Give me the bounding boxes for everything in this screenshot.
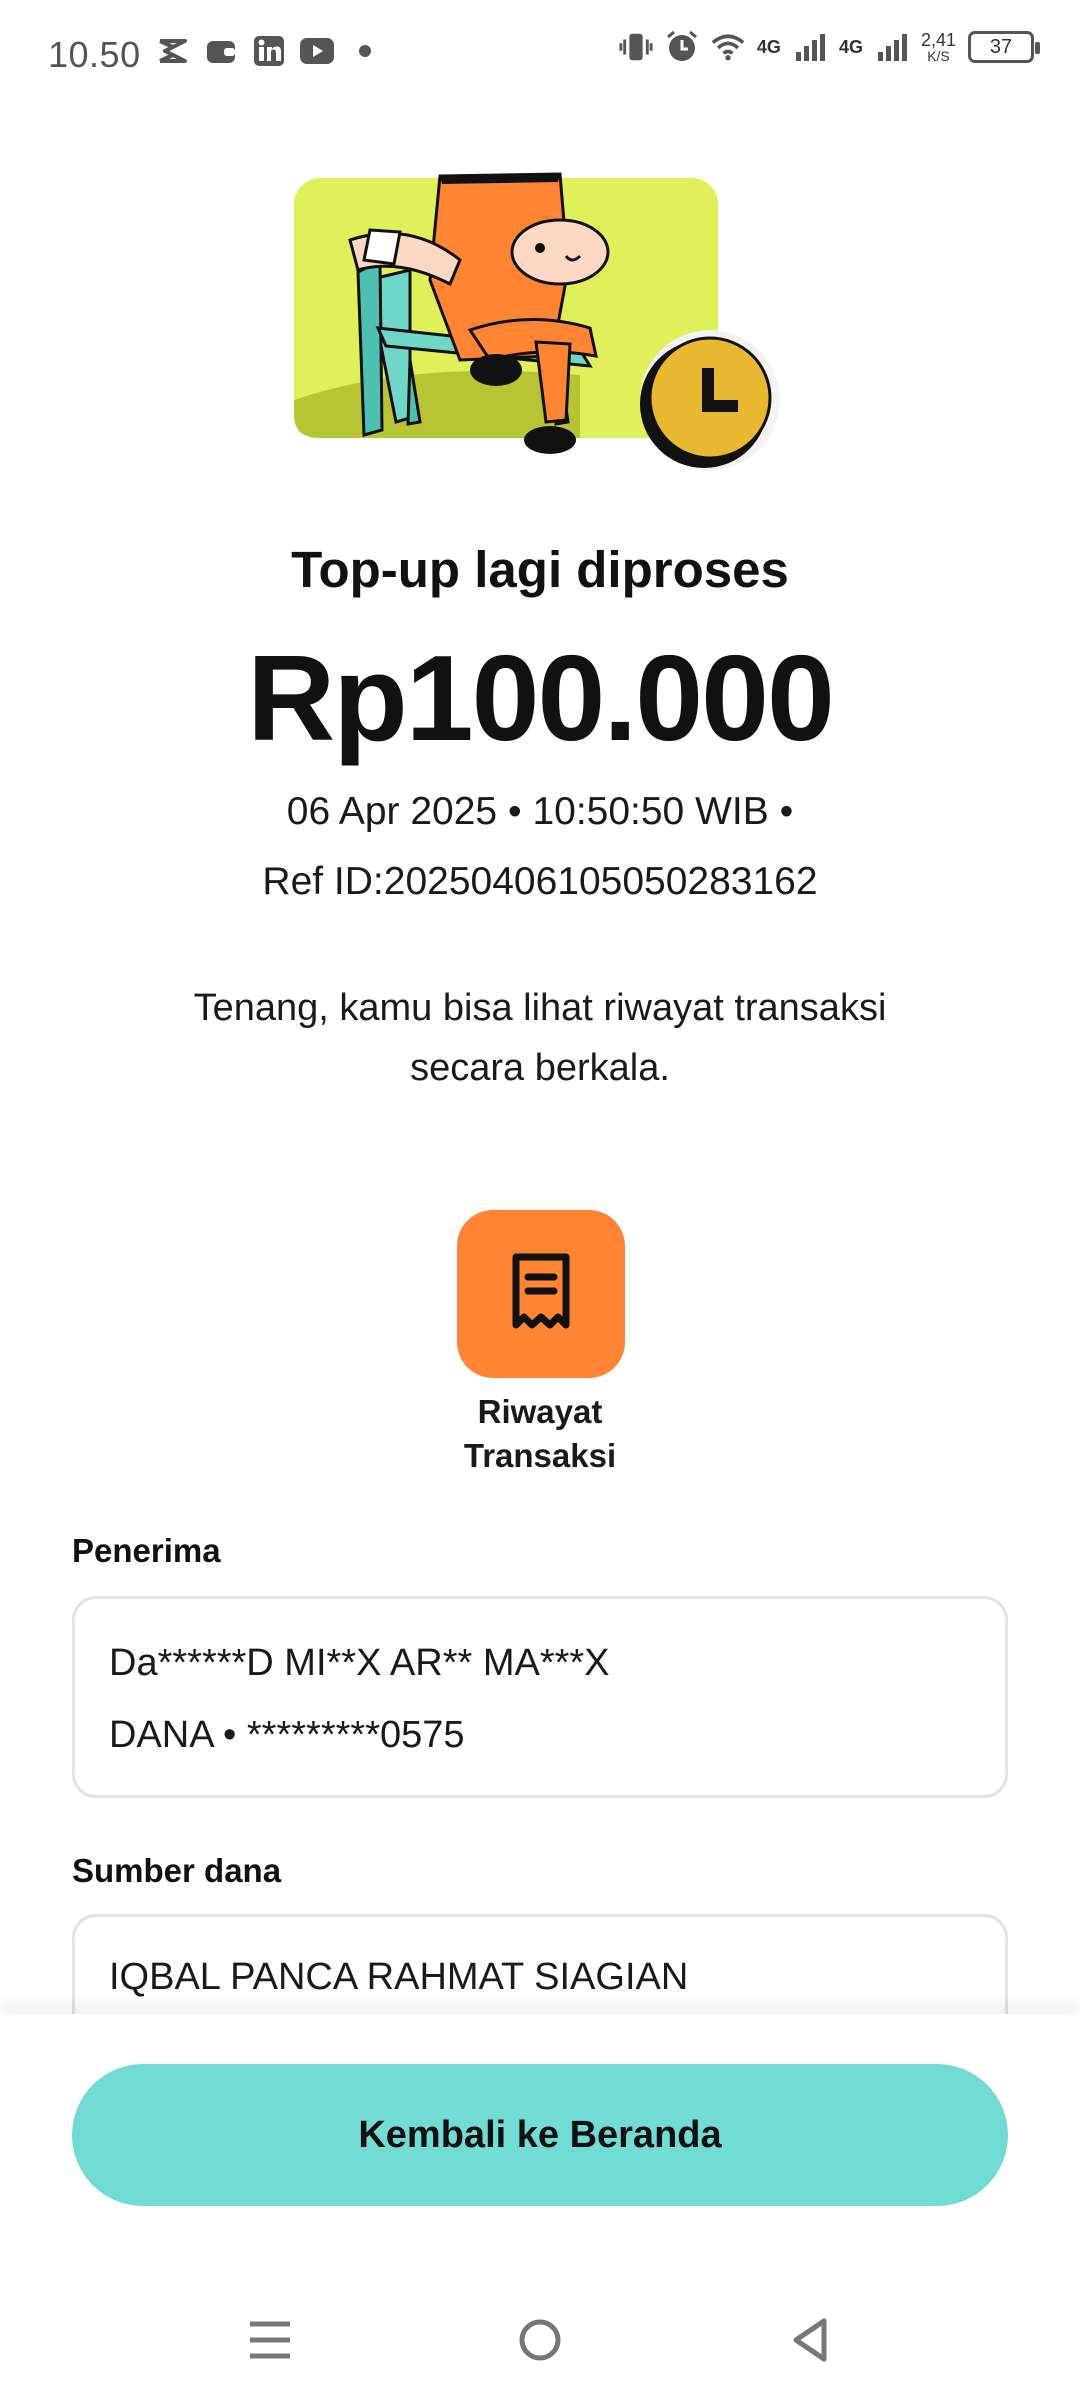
battery-indicator: 37 [968, 31, 1040, 63]
back-triangle-icon[interactable] [780, 2310, 840, 2370]
status-time: 10.50 [48, 34, 141, 75]
network-speed: 2,41 K/S [921, 31, 956, 63]
back-to-home-label: Kembali ke Beranda [358, 2113, 722, 2156]
signal-1-icon [793, 30, 827, 64]
processing-illustration [290, 160, 800, 480]
topup-amount: Rp100.000 [247, 630, 835, 766]
menu-icon[interactable] [240, 2310, 300, 2370]
linkedin-icon [252, 34, 286, 68]
status-title: Top-up lagi diproses [291, 541, 789, 598]
recipient-name: Da******D MI**X AR** MA***X [109, 1642, 610, 1684]
network-speed-unit: K/S [927, 48, 950, 64]
info-message: Tenang, kamu bisa lihat riwayat transaks… [0, 978, 1080, 1098]
status-system-icons: 4G 4G 2,41 K/S 37 [619, 30, 1040, 64]
status-bar: 10.50 4G 4G 2,41 K/S 37 [0, 0, 1080, 108]
transaction-datetime: 06 Apr 2025 • 10:50:50 WIB • [286, 790, 794, 833]
transaction-history-label-line-2: Transaksi [463, 1437, 617, 1474]
source-name: IQBAL PANCA RAHMAT SIAGIAN [109, 1956, 689, 1998]
network-type-2: 4G [838, 37, 863, 57]
more-notifications-dot-icon [348, 34, 382, 68]
info-message-line-2: secara berkala. [410, 1047, 670, 1089]
vibrate-icon [619, 30, 653, 64]
transaction-ref-id: Ref ID:20250406105050283162 [262, 860, 818, 903]
youtube-icon [300, 34, 334, 68]
recipient-label: Penerima [72, 1532, 221, 1569]
receipt-icon [510, 1251, 572, 1338]
recipient-card: Da******D MI**X AR** MA***X DANA • *****… [72, 1596, 1008, 1798]
wifi-icon [711, 30, 745, 64]
network-type-1: 4G [756, 37, 781, 57]
info-message-line-1: Tenang, kamu bisa lihat riwayat transaks… [193, 987, 887, 1029]
transaction-history-label[interactable]: Riwayat Transaksi [0, 1390, 1080, 1478]
source-label: Sumber dana [72, 1852, 282, 1889]
capcut-icon [156, 34, 190, 68]
signal-2-icon [875, 30, 909, 64]
transaction-history-button[interactable] [457, 1210, 625, 1378]
transaction-history-label-line-1: Riwayat [477, 1393, 603, 1430]
back-to-home-button[interactable]: Kembali ke Beranda [72, 2064, 1008, 2206]
system-navigation-bar [0, 2290, 1080, 2400]
status-notification-icons [156, 34, 382, 68]
battery-level: 37 [989, 35, 1013, 58]
wallet-icon [204, 34, 238, 68]
alarm-icon [665, 30, 699, 64]
home-circle-icon[interactable] [510, 2310, 570, 2370]
network-speed-value: 2,41 [920, 30, 956, 50]
recipient-account: DANA • *********0575 [109, 1714, 465, 1756]
